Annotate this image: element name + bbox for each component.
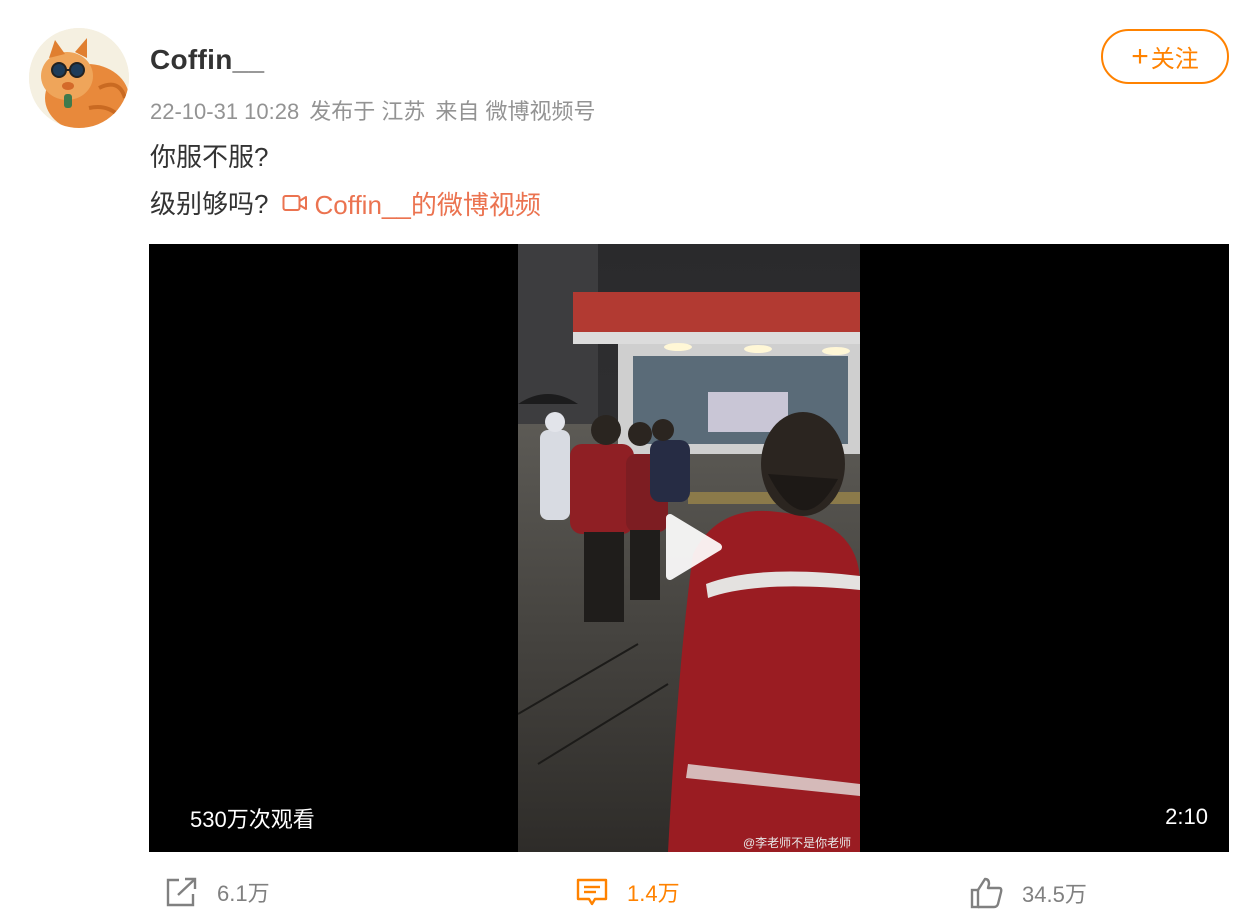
- like-button[interactable]: 34.5万: [970, 876, 1087, 910]
- comment-count: 1.4万: [627, 881, 680, 906]
- action-bar: 6.1万 1.4万 34.5万: [0, 866, 1254, 920]
- view-count: 530万次观看: [190, 807, 315, 832]
- share-icon: [166, 877, 197, 907]
- username[interactable]: Coffin__: [150, 44, 264, 76]
- like-count: 34.5万: [1022, 882, 1087, 907]
- video-camera-icon: [282, 195, 308, 211]
- comment-button[interactable]: 1.4万: [575, 876, 680, 908]
- post-date[interactable]: 22-10-31 10:28: [150, 99, 299, 124]
- video-link-label: Coffin__的微博视频: [314, 189, 541, 220]
- video-player[interactable]: 530万次观看 2:10 @李老师不是你老师: [149, 244, 1229, 852]
- post-text-line2-text: 级别够吗?: [150, 189, 269, 219]
- post-location: 发布于 江苏: [309, 99, 426, 124]
- comment-icon: [576, 878, 608, 906]
- post-text-line1: 你服不服?: [150, 142, 269, 172]
- post-meta: 22-10-31 10:28 发布于 江苏 来自 微博视频号: [150, 94, 605, 126]
- follow-button[interactable]: + 关注: [1101, 29, 1229, 84]
- follow-plus-icon: +: [1131, 39, 1149, 73]
- share-button[interactable]: 6.1万: [165, 876, 270, 908]
- video-duration: 2:10: [1165, 804, 1208, 829]
- avatar[interactable]: [29, 28, 129, 128]
- video-watermark: @李老师不是你老师: [743, 836, 852, 850]
- follow-label: 关注: [1150, 46, 1199, 73]
- post-text-line2: 级别够吗? Coffin__的微博视频: [150, 184, 541, 222]
- share-count: 6.1万: [217, 881, 270, 906]
- video-link[interactable]: Coffin__的微博视频: [282, 185, 541, 222]
- post-source: 来自 微博视频号: [435, 99, 596, 124]
- like-icon: [970, 877, 1003, 909]
- play-icon[interactable]: [656, 512, 726, 582]
